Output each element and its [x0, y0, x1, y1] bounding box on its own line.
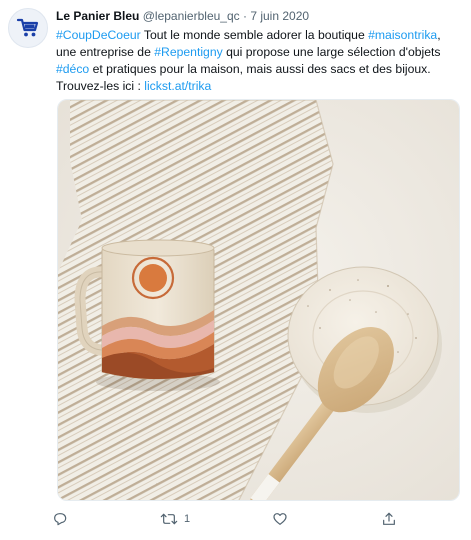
like-icon	[273, 513, 287, 525]
tweet-date[interactable]: 7 juin 2020	[250, 9, 309, 23]
like-button[interactable]	[272, 507, 288, 531]
retweet-count: 1	[184, 513, 191, 525]
tweet-text: #CoupDeCoeur Tout le monde semble adorer…	[56, 27, 460, 95]
author-handle[interactable]: @lepanierbleu_qc	[143, 9, 240, 23]
author-name[interactable]: Le Panier Bleu	[56, 9, 139, 23]
tweet-header: Le Panier Bleu @lepanierbleu_qc · 7 juin…	[56, 8, 309, 24]
hashtag-deco[interactable]: #déco	[56, 62, 89, 76]
tweet-text-part: Tout le monde semble adorer la boutique	[140, 28, 369, 42]
tweet-actions: 1	[52, 507, 412, 531]
tweet-photo[interactable]	[57, 99, 460, 501]
hashtag-maisontrika[interactable]: #maisontrika	[368, 28, 437, 42]
hashtag-coupdecoeur[interactable]: #CoupDeCoeur	[56, 28, 141, 42]
retweet-icon	[160, 513, 178, 525]
reply-icon	[54, 513, 67, 526]
hashtag-repentigny[interactable]: #Repentigny	[154, 45, 222, 59]
tweet-text-part: et pratiques pour la maison, mais aussi …	[56, 62, 431, 93]
share-icon	[383, 512, 395, 525]
tweet-text-part: qui propose une large sélection d'objets	[222, 45, 441, 59]
shopping-cart-icon	[16, 18, 39, 37]
retweet-button[interactable]: 1	[160, 507, 190, 531]
tweet: Le Panier Bleu @lepanierbleu_qc · 7 juin…	[0, 0, 471, 540]
separator-dot: ·	[242, 9, 247, 23]
avatar[interactable]	[8, 8, 48, 48]
reply-button[interactable]	[52, 507, 68, 531]
shop-link[interactable]: lickst.at/trika	[144, 79, 211, 93]
share-button[interactable]	[381, 507, 397, 531]
photo-mug-spoon-plate	[58, 100, 459, 500]
